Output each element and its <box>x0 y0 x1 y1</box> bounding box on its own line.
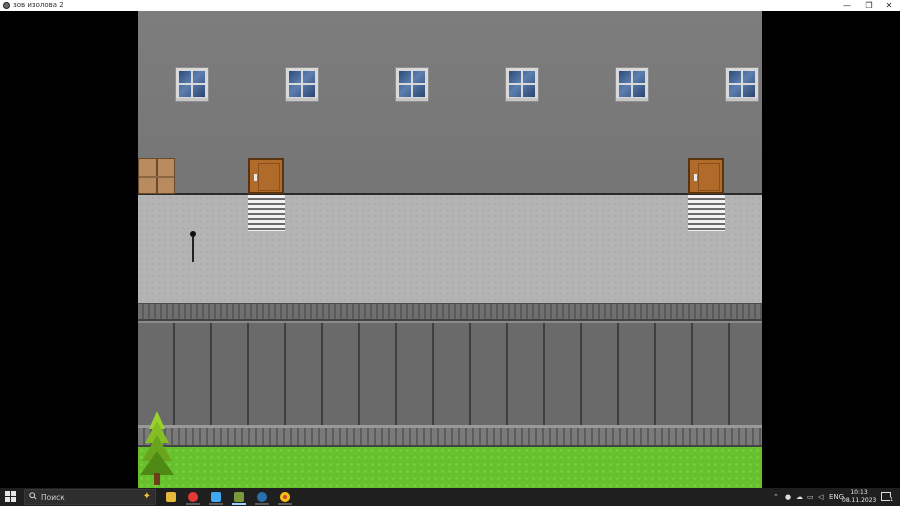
stone-ledge-bottom <box>138 425 762 447</box>
microphone-icon[interactable]: ● <box>785 488 791 506</box>
building-window <box>395 67 429 102</box>
search-placeholder: Поиск <box>41 493 65 502</box>
building-window <box>285 67 319 102</box>
building-window <box>615 67 649 102</box>
grass-field <box>138 447 762 488</box>
rpg-maker-game-icon[interactable] <box>229 489 249 505</box>
maximize-button[interactable]: ❐ <box>858 0 880 11</box>
notification-icon[interactable]: 1 <box>881 492 893 503</box>
stone-ledge-top <box>138 303 762 321</box>
clock-time: 10:13 <box>850 489 868 496</box>
chrome-icon[interactable] <box>275 489 295 505</box>
sidewalk <box>138 195 762 303</box>
notification-count: 1 <box>889 497 893 503</box>
cloud-icon[interactable]: ☁ <box>796 488 803 506</box>
game-viewport[interactable] <box>138 11 762 488</box>
app-icon <box>3 2 10 9</box>
clock-date: 08.11.2023 <box>842 497 877 504</box>
yandex-browser-icon[interactable] <box>183 489 203 505</box>
building-window <box>725 67 759 102</box>
entrance-stairs <box>248 195 285 231</box>
stone-wall <box>138 321 762 425</box>
pine-tree <box>140 411 174 487</box>
window-titlebar: зов изолова 2 — ❐ ✕ <box>0 0 900 11</box>
minimize-button[interactable]: — <box>836 0 858 11</box>
window-title: зов изолова 2 <box>13 1 64 9</box>
building-door[interactable] <box>248 158 284 194</box>
volume-icon[interactable]: ◁ <box>818 488 823 506</box>
building-door[interactable] <box>688 158 724 194</box>
building-wall <box>138 11 762 194</box>
steam-icon[interactable] <box>252 489 272 505</box>
search-box[interactable]: Поиск ✦ <box>24 489 156 505</box>
store-icon[interactable] <box>206 489 226 505</box>
file-explorer-icon[interactable] <box>161 489 181 505</box>
building-window <box>505 67 539 102</box>
game-area[interactable] <box>0 11 900 488</box>
entrance-stairs <box>688 195 725 231</box>
taskbar: Поиск ✦ ⌃ ● ☁ ▭ ◁ ENG 10:13 08.11.2023 1 <box>0 488 900 506</box>
search-icon <box>29 492 37 500</box>
clock[interactable]: 10:13 08.11.2023 <box>842 489 876 505</box>
chevron-up-icon[interactable]: ⌃ <box>773 488 779 506</box>
wooden-crates <box>138 158 175 194</box>
sparkle-icon: ✦ <box>142 491 151 502</box>
building-window <box>175 67 209 102</box>
network-icon[interactable]: ▭ <box>807 488 814 506</box>
street-lamp <box>190 231 196 263</box>
close-button[interactable]: ✕ <box>878 0 900 11</box>
windows-start-icon[interactable] <box>5 491 17 503</box>
